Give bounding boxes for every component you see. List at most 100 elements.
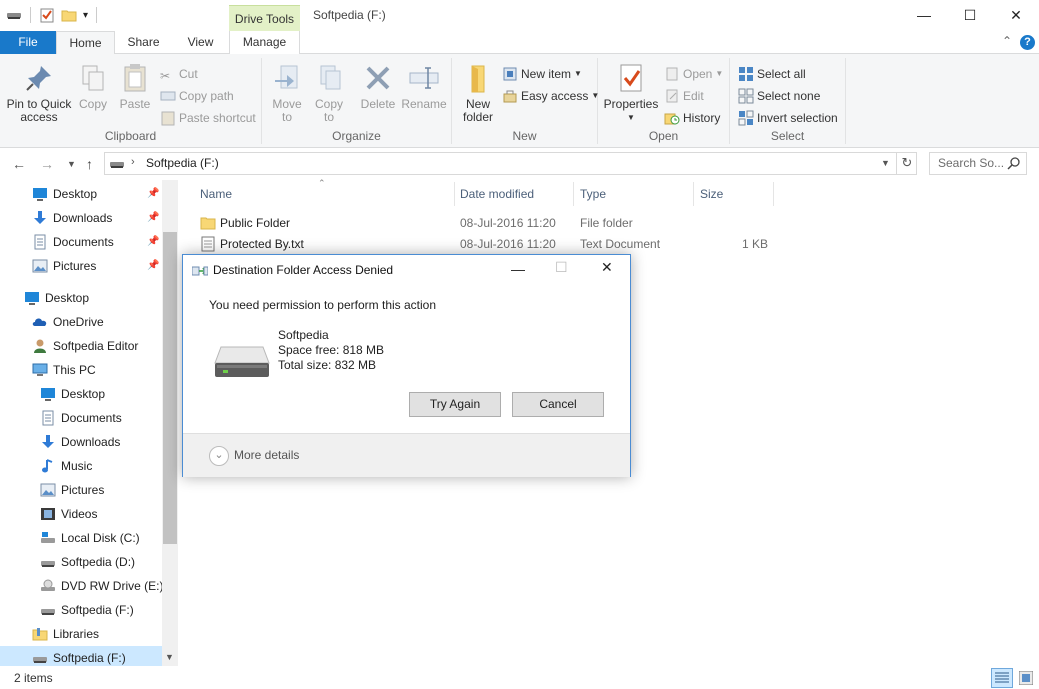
- nav-pc-pictures[interactable]: Pictures: [0, 478, 162, 502]
- delete-x-icon: [366, 66, 390, 90]
- nav-pc-documents[interactable]: Documents: [0, 406, 162, 430]
- history-button[interactable]: History: [664, 108, 720, 128]
- nav-quick-documents[interactable]: Documents: [0, 230, 162, 254]
- column-separator[interactable]: [454, 182, 455, 206]
- address-bar[interactable]: [104, 152, 917, 175]
- nav-softpedia-d[interactable]: Softpedia (D:): [0, 550, 162, 574]
- breadcrumb-current[interactable]: Softpedia (F:): [146, 156, 219, 170]
- nav-pc-videos[interactable]: Videos: [0, 502, 162, 526]
- nav-quick-pictures[interactable]: Pictures: [0, 254, 162, 278]
- column-header-type[interactable]: Type: [580, 187, 606, 201]
- rename-button[interactable]: Rename: [400, 62, 448, 111]
- move-to-icon: [275, 65, 298, 89]
- minimize-button[interactable]: —: [901, 0, 947, 31]
- column-separator[interactable]: [693, 182, 694, 206]
- up-arrow-icon[interactable]: ↑: [86, 156, 93, 172]
- close-button[interactable]: ✕: [993, 0, 1039, 31]
- nav-dvd-drive-e[interactable]: DVD RW Drive (E:): [0, 574, 164, 598]
- nav-libraries[interactable]: Libraries: [0, 622, 162, 646]
- refresh-icon[interactable]: ↻: [896, 152, 917, 175]
- pinned-icon[interactable]: 📌: [147, 212, 159, 223]
- quick-access-toolbar: ▾: [6, 7, 99, 23]
- tab-view[interactable]: View: [172, 31, 229, 54]
- large-icons-view-button[interactable]: [1015, 668, 1037, 688]
- nav-user-folder[interactable]: Softpedia Editor: [0, 334, 162, 358]
- scissors-icon: ✂: [160, 69, 171, 83]
- nav-desktop-root[interactable]: Desktop: [0, 286, 162, 310]
- scroll-down-icon[interactable]: ▼: [165, 652, 174, 662]
- nav-this-pc[interactable]: This PC: [0, 358, 162, 382]
- try-again-button[interactable]: Try Again: [409, 392, 501, 417]
- dialog-close-button[interactable]: ✕: [601, 259, 613, 276]
- pictures-icon: [32, 259, 48, 273]
- pinned-icon[interactable]: 📌: [147, 260, 159, 271]
- breadcrumb-chevron-icon[interactable]: ›: [131, 156, 135, 168]
- pinned-icon[interactable]: 📌: [147, 236, 159, 247]
- nav-pc-music[interactable]: Music: [0, 454, 162, 478]
- delete-button[interactable]: Delete: [358, 62, 398, 111]
- nav-softpedia-f[interactable]: Softpedia (F:): [0, 598, 162, 622]
- edit-button[interactable]: Edit: [664, 86, 704, 106]
- new-folder-icon[interactable]: [61, 7, 77, 23]
- paste-shortcut-button[interactable]: Paste shortcut: [160, 108, 256, 128]
- nav-local-disk-c[interactable]: Local Disk (C:): [0, 526, 162, 550]
- recent-locations-icon[interactable]: ▼: [67, 159, 76, 169]
- help-icon[interactable]: ?: [1020, 35, 1035, 50]
- desktop-icon: [25, 292, 39, 305]
- details-view-button[interactable]: [991, 668, 1013, 688]
- new-folder-button[interactable]: New folder: [458, 62, 498, 124]
- nav-pc-desktop[interactable]: Desktop: [0, 382, 162, 406]
- maximize-button[interactable]: ☐: [947, 0, 993, 31]
- copy-to-button[interactable]: Copy to: [310, 62, 348, 124]
- paste-button[interactable]: Paste: [116, 62, 154, 111]
- nav-label: DVD RW Drive (E:): [61, 579, 164, 593]
- back-arrow-icon[interactable]: ←: [12, 156, 26, 172]
- column-separator[interactable]: [773, 182, 774, 206]
- chevron-down-icon[interactable]: ⌄: [209, 446, 229, 466]
- more-details-link[interactable]: More details: [234, 448, 299, 462]
- text-file-icon: [201, 236, 215, 252]
- tab-file[interactable]: File: [0, 31, 56, 54]
- nav-scrollbar-thumb[interactable]: [163, 232, 177, 544]
- copy-button[interactable]: Copy: [74, 62, 112, 111]
- new-item-button[interactable]: New item ▼: [502, 64, 582, 84]
- dialog-maximize-button[interactable]: ☐: [555, 259, 568, 276]
- select-group-label: Select: [770, 129, 805, 143]
- forward-arrow-icon[interactable]: →: [40, 156, 54, 172]
- history-icon: [664, 113, 680, 125]
- nav-label: Downloads: [53, 211, 113, 225]
- nav-quick-downloads[interactable]: Downloads: [0, 206, 162, 230]
- open-button[interactable]: Open ▼: [664, 64, 723, 84]
- tab-home[interactable]: Home: [56, 31, 115, 55]
- cut-button[interactable]: ✂ Cut: [160, 64, 198, 84]
- column-separator[interactable]: [573, 182, 574, 206]
- column-header-date[interactable]: Date modified: [460, 187, 534, 201]
- tab-manage[interactable]: Manage: [229, 31, 300, 54]
- copy-path-button[interactable]: Copy path: [160, 86, 234, 106]
- easy-access-button[interactable]: Easy access ▼: [502, 86, 599, 106]
- nav-quick-desktop[interactable]: Desktop: [0, 182, 162, 206]
- tab-share[interactable]: Share: [115, 31, 172, 54]
- qat-customize-icon[interactable]: ▾: [83, 10, 88, 21]
- file-row[interactable]: Public Folder 08-Jul-2016 11:20 File fol…: [194, 213, 774, 234]
- search-icon[interactable]: [1007, 157, 1020, 170]
- nav-pc-downloads[interactable]: Downloads: [0, 430, 162, 454]
- properties-button[interactable]: Properties ▼: [602, 62, 660, 124]
- move-to-button[interactable]: Move to: [268, 62, 306, 124]
- properties-icon[interactable]: [39, 7, 55, 23]
- select-all-button[interactable]: Select all: [738, 64, 806, 84]
- dialog-minimize-button[interactable]: —: [511, 261, 525, 277]
- select-none-button[interactable]: Select none: [738, 86, 820, 106]
- invert-selection-button[interactable]: Invert selection: [738, 108, 838, 128]
- file-row[interactable]: Protected By.txt 08-Jul-2016 11:20 Text …: [194, 234, 774, 255]
- address-dropdown-icon[interactable]: ▼: [881, 158, 890, 168]
- nav-onedrive[interactable]: OneDrive: [0, 310, 162, 334]
- pinned-icon[interactable]: 📌: [147, 188, 159, 199]
- column-header-name[interactable]: Name: [200, 187, 232, 201]
- collapse-ribbon-icon[interactable]: ⌃: [1002, 34, 1012, 48]
- drive-icon[interactable]: [6, 7, 22, 23]
- column-header-size[interactable]: Size: [700, 187, 723, 201]
- cancel-button[interactable]: Cancel: [512, 392, 604, 417]
- properties-check-icon: [620, 64, 642, 92]
- pin-to-quick-access-button[interactable]: Pin to Quick access: [6, 62, 72, 124]
